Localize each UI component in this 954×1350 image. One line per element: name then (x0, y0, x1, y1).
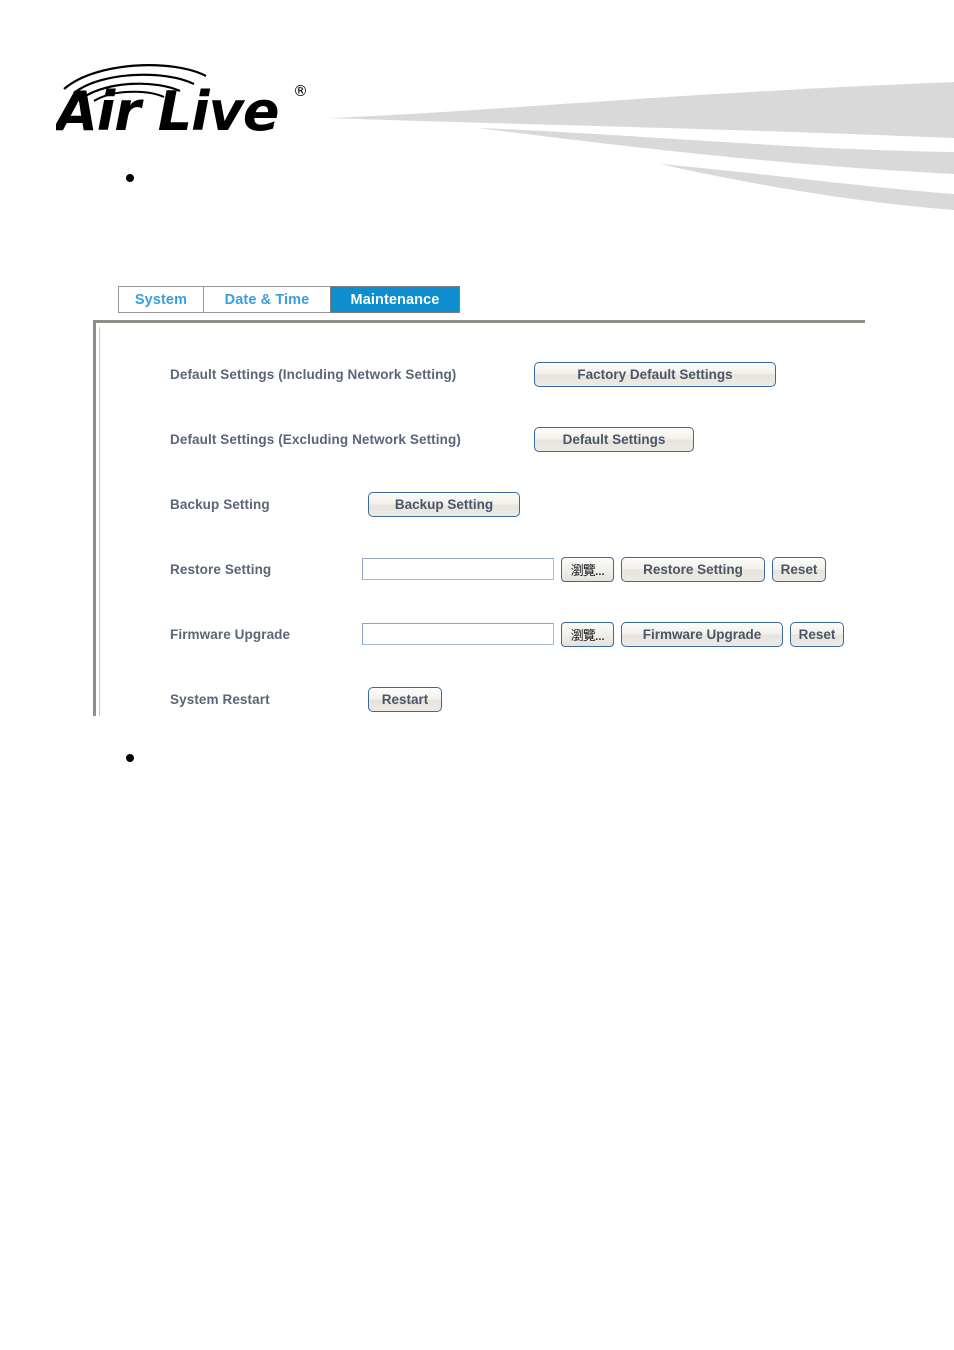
header-swoosh-graphic (330, 78, 954, 210)
bullet-dot-icon (126, 174, 134, 182)
svg-text:®: ® (293, 82, 308, 100)
row-label-backup-setting: Backup Setting (170, 496, 270, 512)
restore-setting-reset-button[interactable]: Reset (772, 556, 826, 582)
restore-setting-browse-button[interactable]: 瀏覽... (561, 556, 614, 582)
factory-default-settings-button[interactable]: Factory Default Settings (534, 361, 776, 387)
firmware-upgrade-button[interactable]: Firmware Upgrade (621, 621, 783, 647)
tab-bar: System Date & Time Maintenance (118, 286, 460, 313)
row-label-firmware-upgrade: Firmware Upgrade (170, 626, 291, 642)
page-header: Air Live ® (0, 0, 954, 215)
bullet-item-top (126, 174, 144, 182)
svg-text:Air Live: Air Live (56, 80, 278, 137)
row-label-default-including-network: Default Settings (Including Network Sett… (170, 366, 457, 382)
tab-system-label: System (134, 291, 188, 308)
row-label-restore-setting: Restore Setting (170, 561, 272, 577)
row-firmware-upgrade: Firmware Upgrade 瀏覽... Firmware Upgrade … (100, 614, 866, 654)
tab-maintenance-label: Maintenance (350, 291, 440, 308)
row-backup-setting: Backup Setting Backup Setting (100, 484, 866, 524)
airlive-logo: Air Live ® (56, 62, 321, 137)
row-label-default-excluding-network: Default Settings (Excluding Network Sett… (170, 431, 461, 447)
maintenance-panel: Default Settings (Including Network Sett… (93, 320, 865, 716)
restore-setting-file-input[interactable] (362, 558, 554, 580)
tab-date-time-label: Date & Time (224, 291, 310, 308)
backup-setting-button[interactable]: Backup Setting (368, 491, 520, 517)
restore-setting-button[interactable]: Restore Setting (621, 556, 765, 582)
firmware-upgrade-reset-button[interactable]: Reset (790, 621, 844, 647)
firmware-upgrade-file-input[interactable] (362, 623, 554, 645)
default-settings-button[interactable]: Default Settings (534, 426, 694, 452)
row-restore-setting: Restore Setting 瀏覽... Restore Setting Re… (100, 549, 866, 589)
tab-maintenance[interactable]: Maintenance (330, 286, 460, 313)
bullet-dot-icon (126, 754, 134, 762)
row-label-system-restart: System Restart (170, 691, 270, 707)
system-restart-button[interactable]: Restart (368, 686, 442, 712)
bullet-item-bottom (126, 754, 144, 762)
maintenance-panel-inner: Default Settings (Including Network Sett… (99, 326, 865, 716)
row-system-restart: System Restart Restart (100, 679, 866, 719)
row-default-excluding-network: Default Settings (Excluding Network Sett… (100, 419, 866, 459)
firmware-upgrade-browse-button[interactable]: 瀏覽... (561, 621, 614, 647)
row-default-including-network: Default Settings (Including Network Sett… (100, 354, 866, 394)
tab-date-time[interactable]: Date & Time (203, 286, 331, 313)
tab-system[interactable]: System (118, 286, 204, 313)
